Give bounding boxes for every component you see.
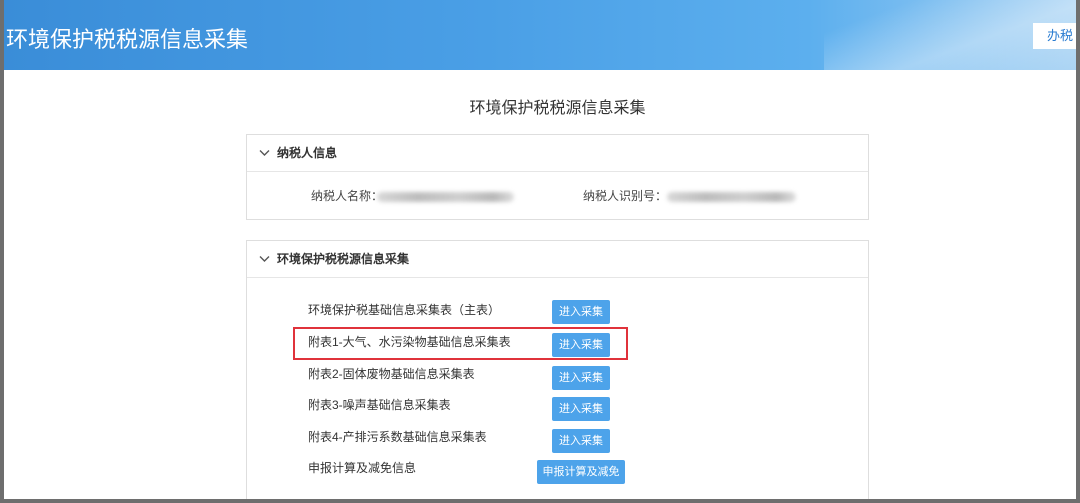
collection-panel-header[interactable]: 环境保护税税源信息采集 [247,241,868,278]
declaration-calc-button[interactable]: 申报计算及减免 [537,460,625,484]
chevron-down-icon [259,256,270,262]
app-title: 环境保护税税源信息采集 [6,27,249,52]
page-title: 环境保护税税源信息采集 [469,100,646,117]
chevron-down-icon [259,150,270,156]
taxpayer-name-value [377,192,514,202]
taxpayer-name-label: 纳税人名称： [311,189,384,203]
tax-service-button[interactable]: 办税 [1033,23,1076,49]
main-table-enter-button[interactable]: 进入采集 [552,300,610,324]
collection-panel-title: 环境保护税税源信息采集 [277,252,410,266]
declaration-label: 申报计算及减免信息 [308,461,417,475]
schedule1-label: 附表1-大气、水污染物基础信息采集表 [308,335,511,349]
taxpayer-id-value [667,192,796,202]
taxpayer-panel-header[interactable]: 纳税人信息 [247,135,868,172]
source-collection-panel: 环境保护税税源信息采集 环境保护税基础信息采集表（主表） 进入采集 附表1-大气… [246,240,869,499]
schedule3-enter-button[interactable]: 进入采集 [552,397,610,421]
taxpayer-panel-title: 纳税人信息 [277,146,338,160]
taxpayer-info-panel: 纳税人信息 纳税人名称： 纳税人识别号： [246,134,869,220]
app-header: 环境保护税税源信息采集 办税 [4,0,1076,70]
main-table-label: 环境保护税基础信息采集表（主表） [308,303,501,317]
schedule4-enter-button[interactable]: 进入采集 [552,429,610,453]
schedule4-label: 附表4-产排污系数基础信息采集表 [308,430,487,444]
schedule1-enter-button[interactable]: 进入采集 [552,333,610,357]
schedule2-label: 附表2-固体废物基础信息采集表 [308,367,475,381]
schedule3-label: 附表3-噪声基础信息采集表 [308,398,451,412]
schedule2-enter-button[interactable]: 进入采集 [552,366,610,390]
taxpayer-id-label: 纳税人识别号： [583,189,668,203]
app-window: 环境保护税税源信息采集 办税 环境保护税税源信息采集 纳税人信息 纳税人名称： … [4,0,1076,499]
